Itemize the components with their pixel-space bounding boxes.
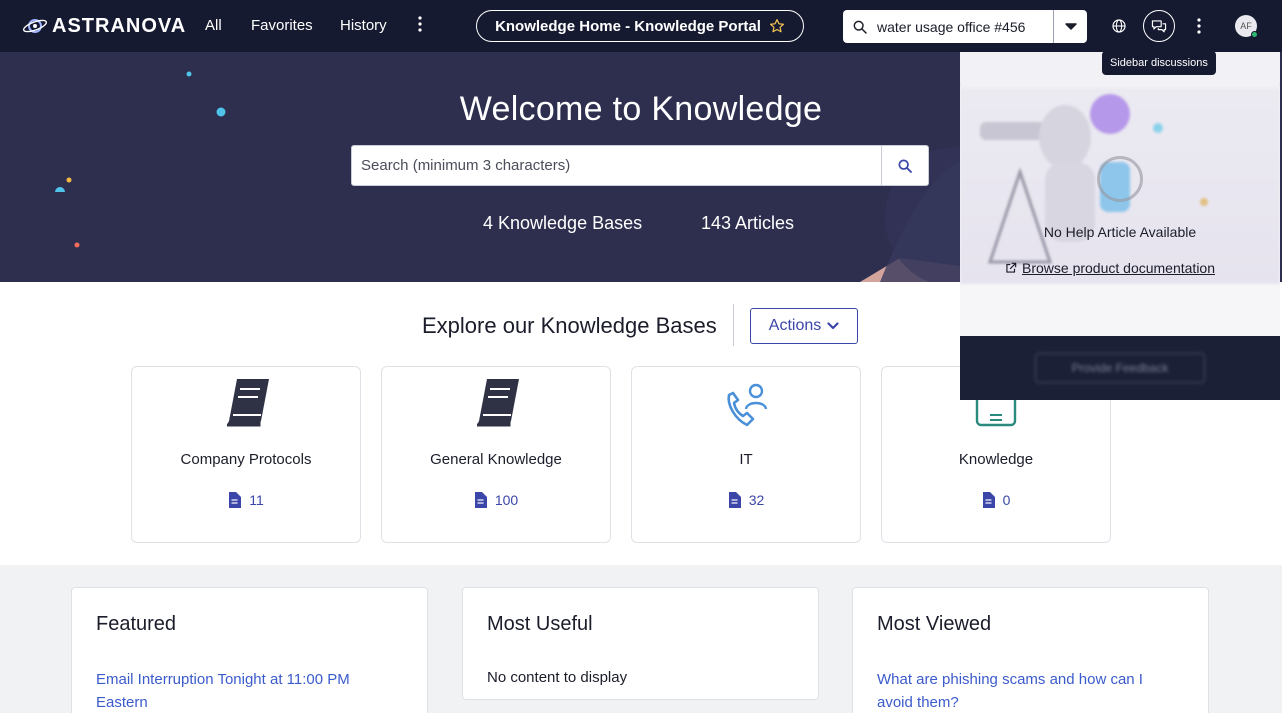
kb-card-name: Knowledge xyxy=(958,451,1034,468)
kb-card-general-knowledge[interactable]: General Knowledge 100 xyxy=(381,366,611,543)
most-viewed-panel: Most Viewed What are phishing scams and … xyxy=(852,587,1209,713)
knowledge-search-input[interactable]: Search (minimum 3 characters) xyxy=(352,146,881,185)
kb-card-count: 100 xyxy=(382,492,610,508)
overflow-menu-icon[interactable] xyxy=(1185,12,1213,40)
empty-message: No content to display xyxy=(487,669,628,686)
article-count: 143 Articles xyxy=(701,213,795,233)
help-empty-message: No Help Article Available xyxy=(1043,224,1197,240)
panel-title: Most Useful xyxy=(487,613,593,635)
phone-person-icon xyxy=(632,375,860,429)
search-scope-dropdown[interactable] xyxy=(1053,10,1087,43)
global-search-input[interactable]: water usage office #456 xyxy=(877,19,1053,35)
kb-card-name: IT xyxy=(739,451,753,468)
featured-article-link[interactable]: Email Interruption Tonight at 11:00 PM E… xyxy=(96,668,396,713)
avatar-initials: AF xyxy=(1240,21,1252,31)
help-footer: Provide Feedback xyxy=(960,336,1280,400)
actions-label: Actions xyxy=(768,317,822,334)
logo-mark-icon xyxy=(22,19,48,33)
document-icon xyxy=(474,492,487,508)
divider xyxy=(733,304,734,346)
page-title: Knowledge Home - Knowledge Portal xyxy=(495,17,761,35)
actions-button[interactable]: Actions xyxy=(750,308,858,344)
document-icon xyxy=(229,492,242,508)
global-search[interactable]: water usage office #456 xyxy=(843,10,1087,43)
kb-card-it[interactable]: IT 32 xyxy=(631,366,861,543)
tooltip: Sidebar discussions xyxy=(1102,51,1216,75)
kb-card-count-value: 0 xyxy=(1002,492,1011,508)
globe-icon[interactable] xyxy=(1105,12,1133,40)
sidebar-discussions-icon[interactable] xyxy=(1143,10,1175,42)
book-icon xyxy=(132,375,360,429)
book-icon xyxy=(382,375,610,429)
provide-feedback-label: Provide Feedback xyxy=(1071,361,1169,375)
kb-card-count-value: 100 xyxy=(494,492,519,508)
loading-spinner xyxy=(1097,156,1143,202)
kb-card-count: 11 xyxy=(132,492,360,508)
most-viewed-article-link[interactable]: What are phishing scams and how can I av… xyxy=(877,668,1177,713)
panel-title: Featured xyxy=(96,613,177,635)
most-useful-panel: Most Useful No content to display xyxy=(462,587,819,700)
kb-card-company-protocols[interactable]: Company Protocols 11 xyxy=(131,366,361,543)
kb-card-name: Company Protocols xyxy=(180,451,312,468)
knowledge-search[interactable]: Search (minimum 3 characters) xyxy=(351,145,929,186)
kb-card-count-value: 32 xyxy=(748,492,765,508)
search-icon xyxy=(843,19,877,35)
help-sidebar: No Help Article Available Browse product… xyxy=(960,52,1280,400)
provide-feedback-button[interactable]: Provide Feedback xyxy=(1035,353,1205,383)
document-icon xyxy=(982,492,995,508)
search-icon xyxy=(898,158,912,173)
nav-history[interactable]: History xyxy=(340,17,387,34)
featured-panel: Featured Email Interruption Tonight at 1… xyxy=(71,587,428,713)
panel-title: Most Viewed xyxy=(877,613,992,635)
kb-card-count: 0 xyxy=(882,492,1110,508)
external-link-icon xyxy=(1006,262,1017,273)
kb-card-count: 32 xyxy=(632,492,860,508)
chevron-down-icon xyxy=(827,322,839,330)
kb-card-count-value: 11 xyxy=(249,492,264,508)
explore-title: Explore our Knowledge Bases xyxy=(422,313,717,338)
brand-logo[interactable]: ASTRANOVA xyxy=(22,14,186,38)
presence-indicator xyxy=(1251,31,1258,38)
user-avatar[interactable]: AF xyxy=(1235,15,1258,38)
kb-card-name: General Knowledge xyxy=(430,451,562,468)
knowledge-base-count: 4 Knowledge Bases xyxy=(483,213,643,233)
top-navigation: ASTRANOVA All Favorites History Knowledg… xyxy=(0,0,1282,52)
star-icon[interactable] xyxy=(769,18,785,34)
nav-all[interactable]: All xyxy=(205,17,222,34)
browse-docs-label: Browse product documentation xyxy=(1022,260,1215,276)
browse-docs-link[interactable]: Browse product documentation xyxy=(1004,260,1215,276)
knowledge-search-button[interactable] xyxy=(881,146,928,185)
page-title-pill[interactable]: Knowledge Home - Knowledge Portal xyxy=(476,10,804,42)
brand-name: ASTRANOVA xyxy=(52,14,187,37)
nav-favorites[interactable]: Favorites xyxy=(251,17,313,34)
document-icon xyxy=(728,492,741,508)
caret-down-icon xyxy=(1064,22,1077,30)
more-menu-icon[interactable] xyxy=(414,16,426,35)
